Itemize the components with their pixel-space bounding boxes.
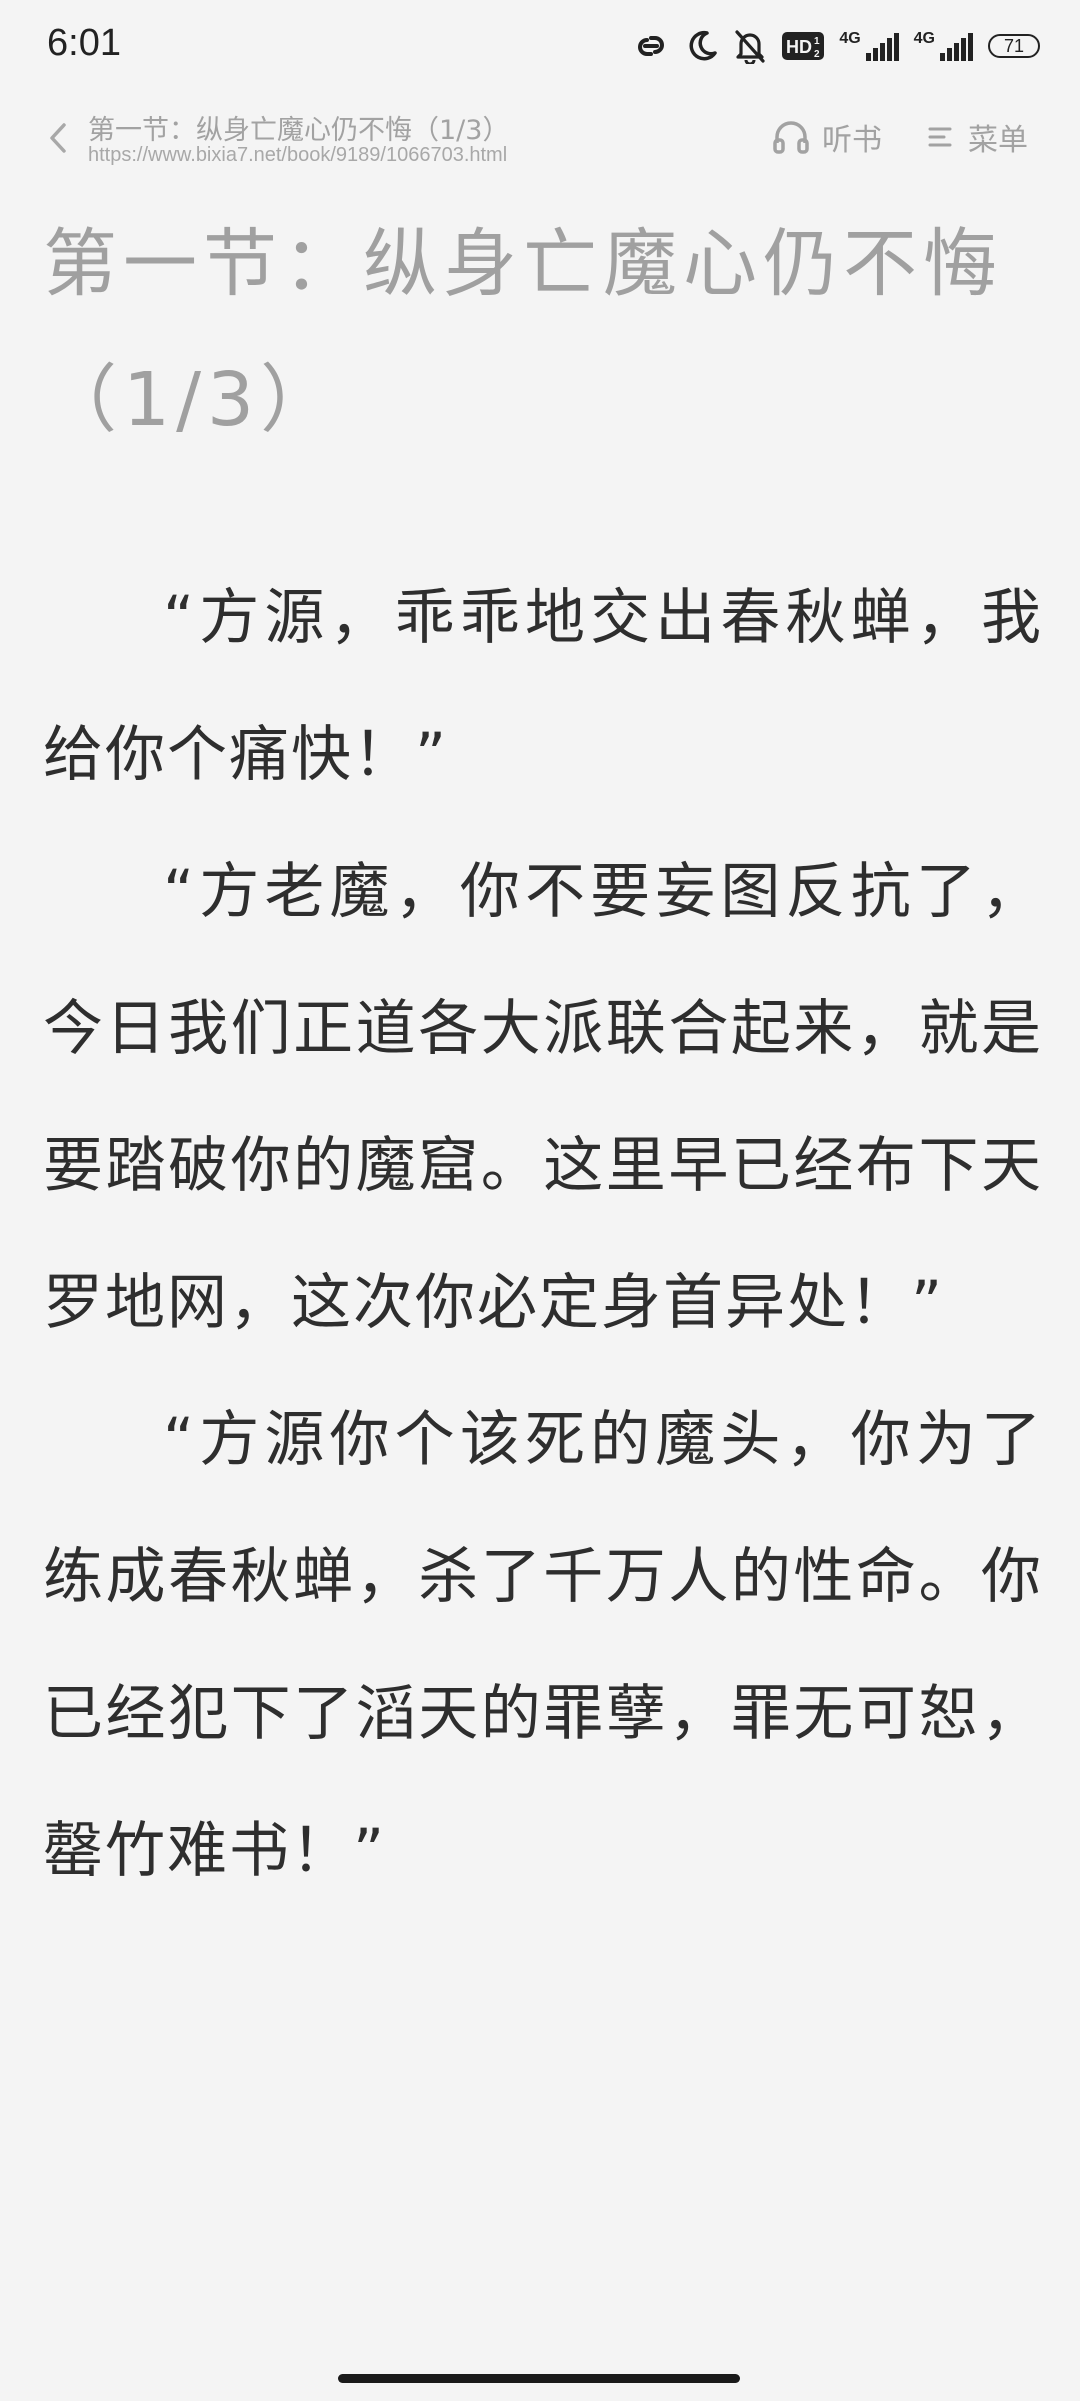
listen-label: 听书 [822,123,882,158]
svg-text:1: 1 [814,36,820,47]
hd-icon: HD 1 2 [781,31,825,61]
reader-header: 第一节：纵身亡魔心仍不悔（1/3） https://www.bixia7.net… [0,100,1080,180]
status-icons: HD 1 2 4G 4G 71 [631,28,1040,64]
home-indicator[interactable] [338,2374,740,2383]
paragraph: “方老魔，你不要妄图反抗了，今日我们正道各大派联合起来，就是要踏破你的魔窟。这里… [43,857,1043,1338]
signal-4g-icon: 4G [914,31,974,61]
hd-label: HD [786,37,812,57]
paragraph: “方源你个该死的魔头，你为了练成春秋蝉，杀了千万人的性命。你已经犯下了滔天的罪孽… [43,1405,1043,1886]
paragraph: “方源，乖乖地交出春秋蝉，我给你个痛快！” [43,583,1043,790]
chapter-content: “方源，乖乖地交出春秋蝉，我给你个痛快！” “方老魔，你不要妄图反抗了，今日我们… [43,550,1043,1920]
listen-button[interactable]: 听书 [772,114,882,160]
chapter-title: 第一节：纵身亡魔心仍不悔（1/3） [43,221,1003,443]
menu-icon [928,127,952,147]
battery-level: 71 [1003,35,1025,56]
menu-label: 菜单 [968,123,1028,158]
menu-button[interactable]: 菜单 [928,114,1028,160]
chevron-left-icon [50,123,66,153]
back-button[interactable] [40,118,76,158]
moon-icon [685,29,719,63]
signal-label: 4G [913,30,935,47]
signal-label: 4G [839,30,861,47]
link-icon [631,31,671,61]
status-bar: 6:01 HD 1 2 4G 4G 71 [0,0,1080,100]
svg-text:2: 2 [814,49,820,60]
header-url: https://www.bixia7.net/book/9189/1066703… [88,144,508,166]
signal-4g-icon: 4G [839,31,899,61]
bell-off-icon [733,28,767,64]
header-chapter-title: 第一节：纵身亡魔心仍不悔（1/3） [88,115,510,146]
status-time: 6:01 [47,22,121,64]
battery-icon: 71 [988,34,1040,58]
headphones-icon [773,121,809,154]
